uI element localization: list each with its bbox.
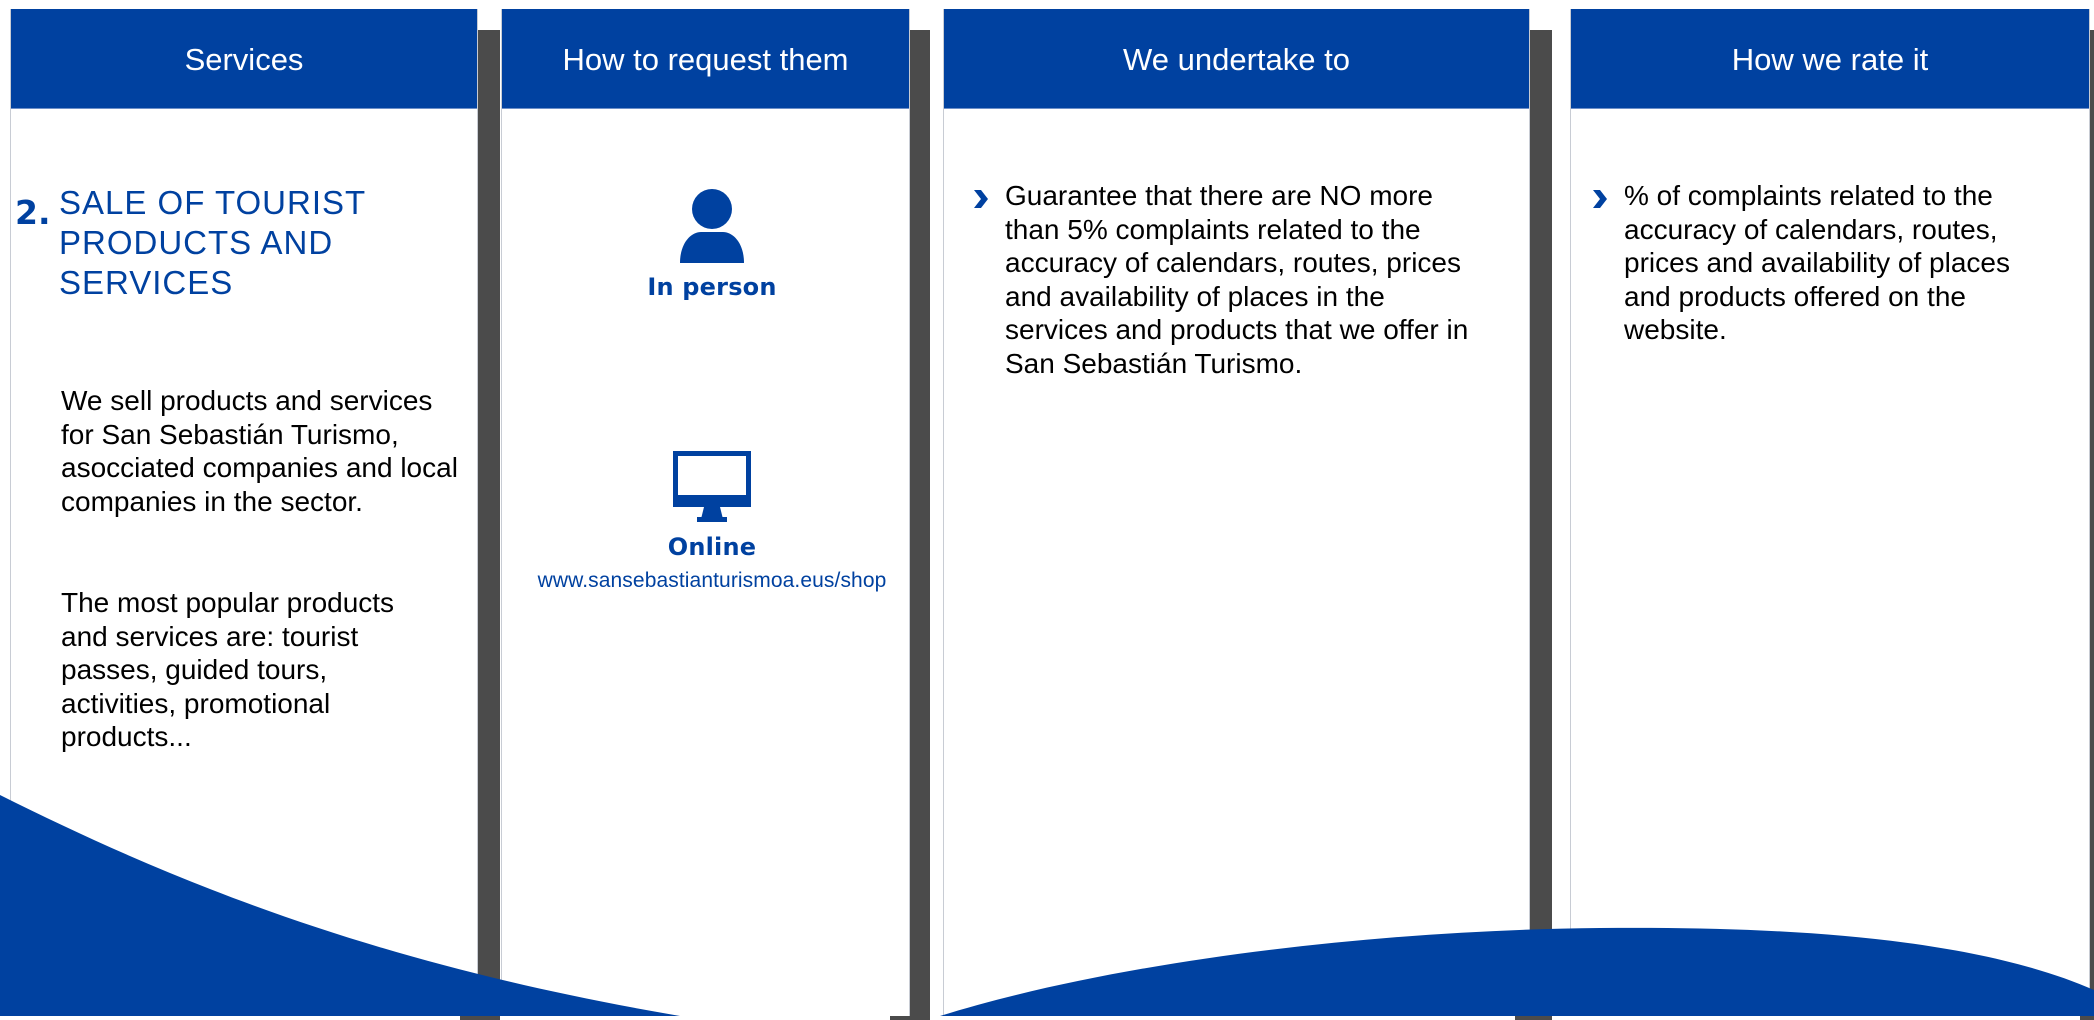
bottom-wave-decoration [0,795,2094,1016]
